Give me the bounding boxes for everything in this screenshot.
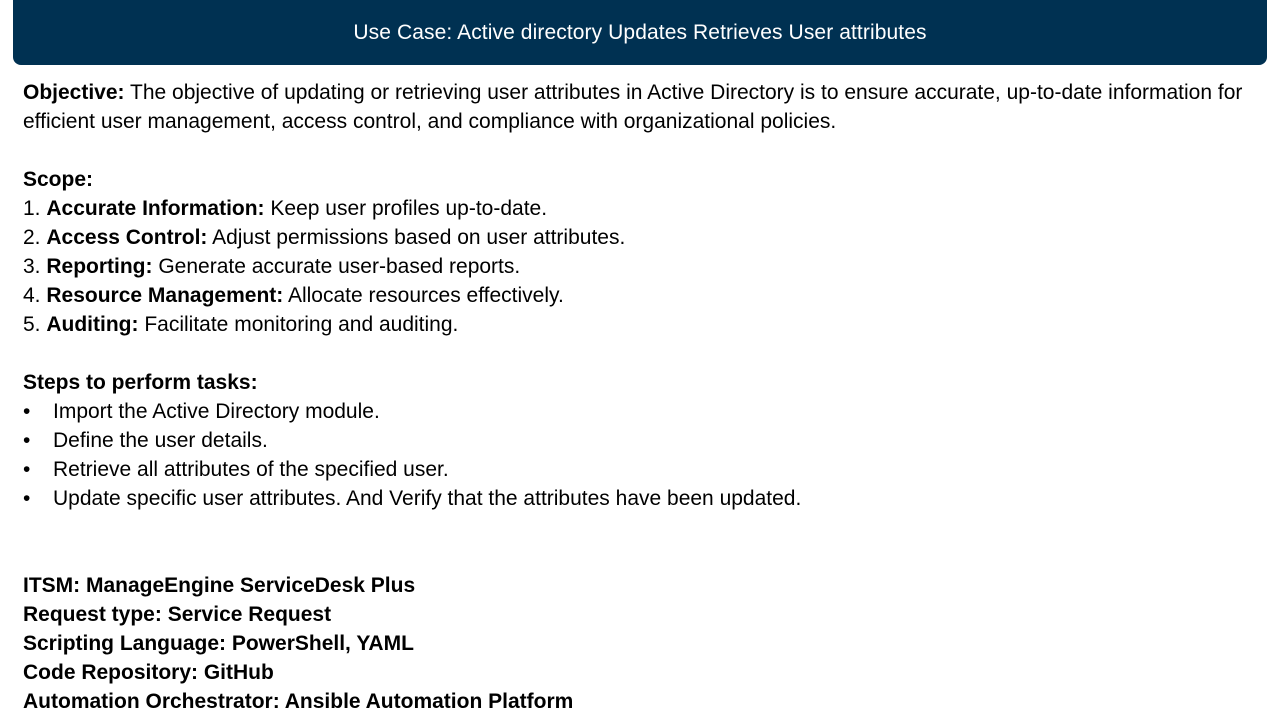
scope-item: 1. Accurate Information: Keep user profi… (23, 194, 1253, 223)
scope-item-label: Auditing: (46, 313, 139, 336)
steps-item-text: Define the user details. (53, 429, 268, 452)
bullet-icon: • (23, 487, 31, 510)
scope-item-label: Resource Management: (46, 284, 284, 307)
scope-list: 1. Accurate Information: Keep user profi… (23, 194, 1253, 339)
scope-item-number: 5. (23, 313, 47, 336)
steps-item-text: Import the Active Directory module. (53, 400, 380, 423)
scope-item-text: Facilitate monitoring and auditing. (138, 313, 459, 336)
objective-label: Objective: (23, 81, 125, 104)
steps-item-text: Update specific user attributes. And Ver… (53, 487, 802, 510)
scope-item: 4. Resource Management: Allocate resourc… (23, 281, 1253, 310)
scope-item: 3. Reporting: Generate accurate user-bas… (23, 252, 1253, 281)
steps-list: • Import the Active Directory module. • De… (23, 397, 1253, 513)
steps-item: • Retrieve all attributes of the specifie… (23, 455, 1253, 484)
scope-item: 2. Access Control: Adjust permissions ba… (23, 223, 1253, 252)
bullet-icon: • (23, 429, 31, 452)
scope-item: 5. Auditing: Facilitate monitoring and a… (23, 310, 1253, 339)
detail-code-repository: Code Repository: GitHub (23, 658, 1253, 687)
scope-item-number: 2. (23, 226, 47, 249)
scope-item-number: 4. (23, 284, 47, 307)
steps-heading: Steps to perform tasks: (23, 368, 1253, 397)
bullet-icon: • (23, 400, 31, 423)
steps-item: • Define the user details. (23, 426, 1253, 455)
scope-item-text: Adjust permissions based on user attribu… (207, 226, 626, 249)
detail-itsm: ITSM: ManageEngine ServiceDesk Plus (23, 571, 1253, 600)
scope-item-number: 3. (23, 255, 47, 278)
detail-request-type-text: Request type: Service Request (23, 603, 332, 626)
bullet-icon: • (23, 458, 31, 481)
scope-item-text: Keep user profiles up-to-date. (264, 197, 548, 220)
detail-automation-orchestrator: Automation Orchestrator: Ansible Automat… (23, 687, 1253, 716)
detail-scripting-language-text: Scripting Language: PowerShell, YAML (23, 632, 414, 655)
details-block: ITSM: ManageEngine ServiceDesk Plus Requ… (23, 571, 1253, 716)
steps-item: • Update specific user attributes. And Ve… (23, 484, 1253, 513)
scope-heading: Scope: (23, 165, 1253, 194)
detail-request-type: Request type: Service Request (23, 600, 1253, 629)
detail-scripting-language: Scripting Language: PowerShell, YAML (23, 629, 1253, 658)
scope-item-number: 1. (23, 197, 47, 220)
detail-code-repository-text: Code Repository: GitHub (23, 661, 274, 684)
scope-item-label: Accurate Information: (46, 197, 265, 220)
scope-item-text: Generate accurate user-based reports. (152, 255, 521, 278)
steps-item-text: Retrieve all attributes of the specified… (53, 458, 449, 481)
objective-text: The objective of updating or retrieving … (23, 81, 1243, 133)
steps-item: • Import the Active Directory module. (23, 397, 1253, 426)
title-banner: Use Case: Active directory Updates Retri… (13, 0, 1267, 65)
scope-item-label: Access Control: (46, 226, 208, 249)
slide-body: Objective: The objective of updating or … (23, 78, 1253, 716)
slide-title: Use Case: Active directory Updates Retri… (353, 20, 927, 44)
objective-paragraph: Objective: The objective of updating or … (23, 78, 1253, 136)
scope-item-text: Allocate resources effectively. (283, 284, 564, 307)
scope-heading-text: Scope: (23, 168, 94, 191)
steps-heading-text: Steps to perform tasks: (23, 371, 258, 394)
scope-item-label: Reporting: (46, 255, 153, 278)
detail-automation-orchestrator-text: Automation Orchestrator: Ansible Automat… (23, 690, 574, 713)
detail-itsm-text: ITSM: ManageEngine ServiceDesk Plus (23, 574, 416, 597)
